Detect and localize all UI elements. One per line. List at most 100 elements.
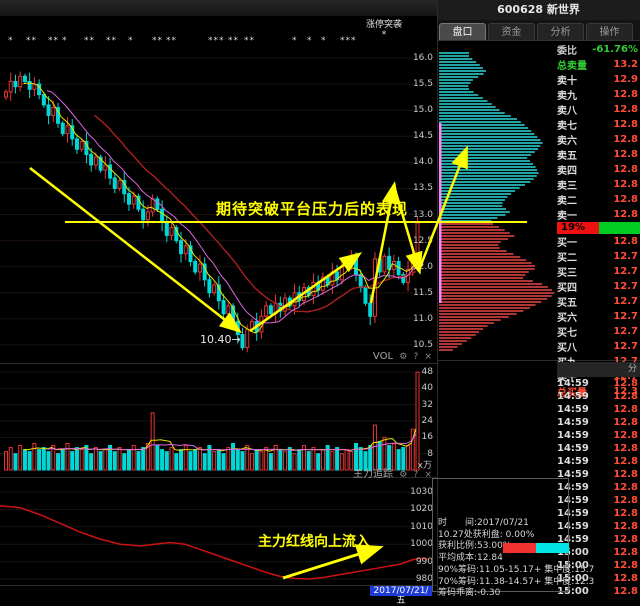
close-icon[interactable]: ×	[424, 470, 432, 480]
price-tick-label: 16.0	[403, 53, 433, 63]
close-icon[interactable]: ×	[424, 352, 432, 362]
price-tick-label: 11.5	[403, 288, 433, 298]
event-star-marker: **	[106, 36, 117, 46]
tick-price: 12.8	[613, 378, 638, 391]
tick-row: 14:5912.8	[557, 469, 640, 482]
limit-up-marker-star: *	[362, 30, 406, 40]
order-book-row[interactable]: 买三12.7	[557, 264, 640, 279]
order-book-row[interactable]: 买七12.7	[557, 324, 640, 339]
order-book-row[interactable]: 卖一12.8	[557, 207, 640, 222]
order-book-label: 总卖量	[557, 57, 587, 72]
tick-price: 12.8	[613, 430, 638, 443]
limit-up-marker: 涨停突袭 *	[362, 20, 406, 40]
volume-tick-label: 16	[403, 432, 433, 442]
order-book-row[interactable]: 卖五12.8	[557, 147, 640, 162]
limit-up-marker-text: 涨停突袭	[362, 20, 406, 30]
order-book-row[interactable]: 卖八12.8	[557, 102, 640, 117]
order-book-row[interactable]: 买二12.7	[557, 249, 640, 264]
order-book-value: 12.8	[613, 179, 638, 190]
order-book-value: 12.7	[613, 296, 638, 307]
order-book-row[interactable]: 卖三12.8	[557, 177, 640, 192]
order-book-value: 12.8	[613, 194, 638, 205]
event-star-marker: **	[26, 36, 37, 46]
order-book-value: 12.8	[613, 104, 638, 115]
tick-price: 12.8	[613, 586, 638, 596]
chip-info-line: 筹码乖离:-0.30	[438, 585, 500, 598]
event-star-marker: **	[244, 36, 255, 46]
tick-price: 12.8	[613, 469, 638, 482]
order-book-row[interactable]: 卖九12.8	[557, 87, 640, 102]
order-book-value: 13.2	[613, 59, 638, 70]
order-book-row[interactable]: 买五12.7	[557, 294, 640, 309]
zl-tick-label: 980	[403, 574, 433, 584]
tick-price: 12.8	[613, 443, 638, 456]
price-tick-label: 13.5	[403, 183, 433, 193]
order-book-value: 12.8	[613, 209, 638, 220]
order-book-row[interactable]: 卖十12.9	[557, 72, 640, 87]
event-star-marker: **	[152, 36, 163, 46]
profit-ratio-bar-red	[503, 543, 536, 553]
price-tick-label: 12.5	[403, 236, 433, 246]
chip-info-box: 时 间:2017/07/2110.27处获利盘: 0.00%获利比例:53.00…	[432, 478, 569, 592]
order-book-value: 12.7	[613, 311, 638, 322]
date-label: 2017/07/21/五	[370, 586, 432, 596]
order-book-row[interactable]: 卖六12.8	[557, 132, 640, 147]
order-book-value: -61.76%	[592, 44, 638, 55]
order-book-label: 卖五	[557, 147, 577, 162]
tick-row: 14:59 12.8	[557, 430, 640, 443]
event-star-marker: **	[84, 36, 95, 46]
order-book-label: 卖六	[557, 132, 577, 147]
inflow-annotation-text: 主力红线向上流入	[258, 531, 370, 551]
order-book-row[interactable]: 买四12.7	[557, 279, 640, 294]
price-tick-label: 11.0	[403, 314, 433, 324]
event-star-marker: *	[307, 36, 313, 46]
volume-tick-label: 32	[403, 400, 433, 410]
order-book-row[interactable]: 卖二 12.8	[557, 192, 640, 207]
event-star-marker: ***	[208, 36, 225, 46]
volume-tick-label: 40	[403, 383, 433, 393]
event-star-marker: **	[166, 36, 177, 46]
order-book-value: 12.9	[613, 74, 638, 85]
order-book-row[interactable]: 卖七12.8	[557, 117, 640, 132]
price-tick-label: 12.0	[403, 262, 433, 272]
help-icon[interactable]: ?	[413, 352, 418, 362]
tick-list-header[interactable]: 分	[557, 362, 640, 377]
pressure-annotation-text: 期待突破平台压力后的表现	[216, 198, 408, 219]
tick-row: 14:5912.8	[557, 534, 640, 547]
help-icon[interactable]: ?	[413, 470, 418, 480]
order-book-row[interactable]: 买一12.8	[557, 234, 640, 249]
current-price-row[interactable]: 19%	[557, 222, 640, 234]
price-tick-label: 10.5	[403, 340, 433, 350]
zl-tick-label: 1000	[403, 539, 433, 549]
tick-price: 12.8	[613, 391, 638, 404]
order-book-row[interactable]: 买八12.7	[557, 339, 640, 354]
tick-row: 14:5912.8	[557, 417, 640, 430]
tick-time: 14:59	[557, 430, 589, 443]
vol-panel-header: VOL ⚙ ? ×	[373, 351, 432, 362]
tick-price: 12.8	[613, 508, 638, 521]
order-book-row[interactable]: 总卖量 13.2	[557, 57, 640, 72]
order-book-value: 12.7	[613, 266, 638, 277]
order-book-row[interactable]: 卖四12.8	[557, 162, 640, 177]
low-price-label: 10.40→	[200, 333, 241, 346]
price-tick-label: 14.0	[403, 157, 433, 167]
gear-icon[interactable]: ⚙	[399, 352, 407, 362]
tick-row: 14:5912.8	[557, 378, 640, 391]
order-book-label: 卖二	[557, 192, 577, 207]
zl-panel-title: 主力追踪	[353, 469, 393, 480]
order-book-row[interactable]: 买六 12.7	[557, 309, 640, 324]
order-book-value: 12.7	[613, 326, 638, 337]
order-book-label: 买六	[557, 309, 577, 324]
price-tick-label: 14.5	[403, 131, 433, 141]
tick-price: 12.8	[613, 417, 638, 430]
tick-price: 12.8	[613, 456, 638, 469]
tick-time: 14:59	[557, 404, 589, 417]
trading-app-window: { "window": { "expand_label": "«展开", "da…	[0, 0, 640, 596]
tick-row: 14:5912.8	[557, 508, 640, 521]
tick-row: 15:0012.8	[557, 547, 640, 560]
tick-time: 14:59	[557, 456, 589, 469]
gear-icon[interactable]: ⚙	[399, 470, 407, 480]
tick-time: 14:59	[557, 443, 589, 456]
order-book-row[interactable]: 委比-61.76%	[557, 42, 640, 57]
order-book-label: 买一	[557, 234, 577, 249]
